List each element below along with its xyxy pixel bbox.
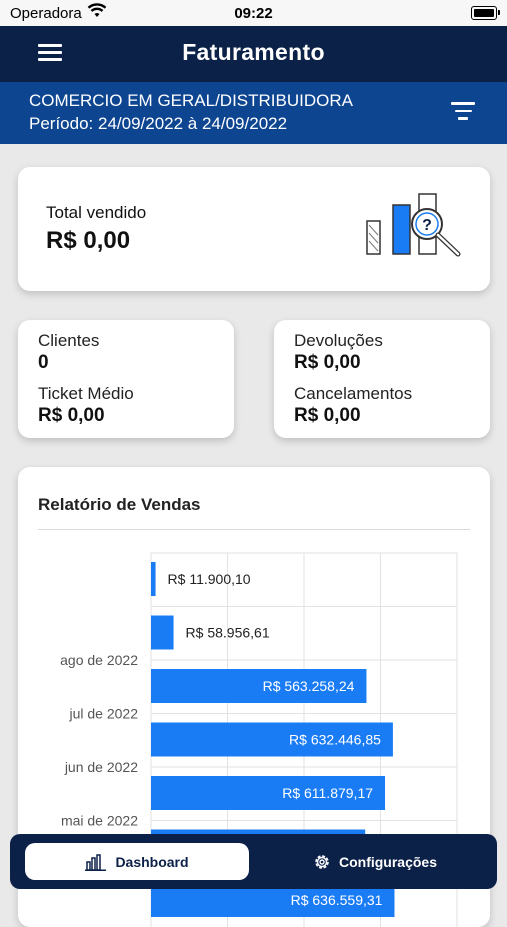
chart-bar (151, 615, 174, 650)
axis-tick-label: jun de 2022 (64, 759, 138, 775)
data-label: R$ 11.900,10 (168, 571, 251, 587)
returns-label: Devoluções (294, 331, 383, 350)
filter-icon[interactable] (451, 102, 475, 122)
clock: 09:22 (234, 5, 273, 22)
average-ticket-value: R$ 0,00 (38, 405, 105, 426)
total-sold-card: Total vendido R$ 0,00 ? (18, 167, 490, 291)
data-label: R$ 58.956,61 (186, 625, 270, 641)
battery-icon (471, 6, 500, 20)
total-sold-value: R$ 0,00 (46, 227, 131, 254)
average-ticket-label: Ticket Médio (38, 384, 134, 403)
chart-bar (151, 562, 156, 596)
svg-text:?: ? (422, 217, 432, 234)
sales-search-illustration-icon: ? (366, 193, 461, 257)
axis-tick-label: jul de 2022 (68, 706, 138, 722)
company-name: COMERCIO EM GERAL/DISTRIBUIDORA (29, 91, 353, 110)
tab-dashboard-label: Dashboard (115, 853, 189, 870)
data-label: R$ 632.446,85 (289, 732, 381, 748)
bottom-tab-bar: Dashboard Configurações (10, 834, 497, 889)
period-label: Período: 24/09/2022 à 24/09/2022 (29, 114, 288, 133)
cancellations-label: Cancelamentos (294, 384, 413, 403)
customers-label: Clientes (38, 331, 100, 350)
status-bar: Operadora 09:22 (0, 0, 507, 26)
page-title: Faturamento (182, 39, 325, 65)
customers-value: 0 (38, 352, 49, 373)
gear-icon (315, 854, 329, 869)
tab-settings[interactable]: Configurações (270, 843, 480, 880)
returns-value: R$ 0,00 (294, 352, 361, 373)
data-label: R$ 563.258,24 (263, 678, 355, 694)
cancellations-value: R$ 0,00 (294, 405, 361, 426)
axis-tick-label: mai de 2022 (61, 813, 138, 829)
data-label: R$ 611.879,17 (282, 785, 373, 801)
filter-header: COMERCIO EM GERAL/DISTRIBUIDORA Período:… (0, 82, 507, 144)
returns-cancellations-card: Devoluções R$ 0,00 Cancelamentos R$ 0,00 (274, 320, 490, 438)
bar-chart-icon (85, 853, 107, 871)
tab-dashboard[interactable]: Dashboard (25, 843, 249, 880)
customers-ticket-card: Clientes 0 Ticket Médio R$ 0,00 (18, 320, 234, 438)
total-sold-label: Total vendido (46, 203, 147, 222)
axis-tick-label: ago de 2022 (60, 652, 138, 668)
data-label: R$ 636.559,31 (291, 892, 383, 908)
app-header: Faturamento (0, 26, 507, 82)
tab-settings-label: Configurações (338, 853, 437, 870)
